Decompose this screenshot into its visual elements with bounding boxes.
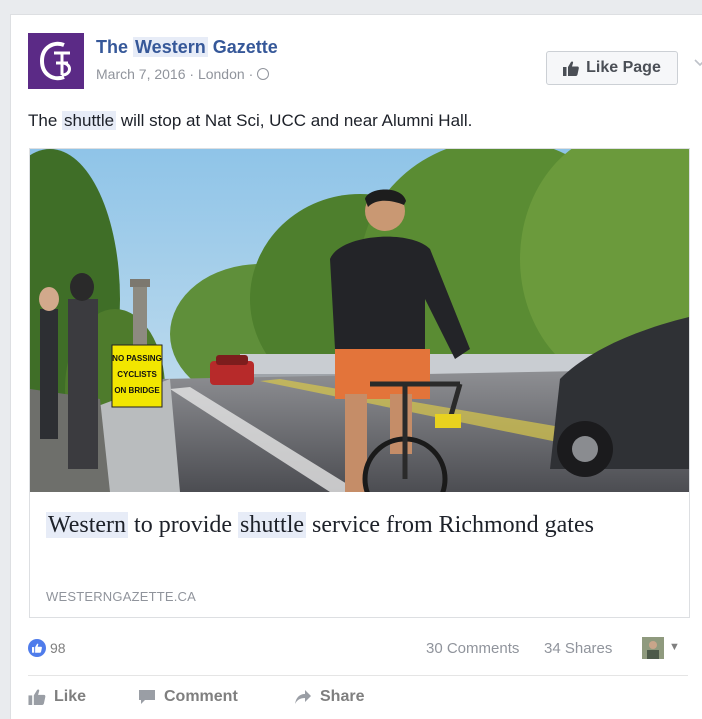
post-location[interactable]: London (198, 66, 245, 82)
link-preview[interactable]: NO PASSING CYCLISTS ON BRIDGE Western to… (29, 148, 690, 618)
share-button-label: Share (320, 688, 365, 705)
like-icon[interactable] (28, 639, 46, 657)
meta-separator: · (248, 66, 254, 82)
thumbs-up-icon (563, 60, 579, 76)
page-name-highlight: Western (133, 37, 208, 57)
caret-down-icon[interactable]: ▼ (669, 641, 680, 653)
share-button[interactable]: Share (294, 684, 364, 710)
link-title[interactable]: Western to provide shuttle service from … (46, 509, 646, 541)
comments-count[interactable]: 30 Comments (426, 640, 519, 657)
like-button-label: Like (54, 688, 87, 705)
page-name-part: The (96, 37, 134, 57)
post-header: The Western Gazette March 7, 2016 · Lond… (28, 33, 702, 93)
shares-count[interactable]: 34 Shares (544, 640, 612, 657)
post-date[interactable]: March 7, 2016 (96, 66, 186, 82)
link-title-highlight: Western (46, 512, 129, 538)
link-domain: WESTERNGAZETTE.CA (46, 589, 197, 604)
page-logo[interactable] (28, 33, 84, 89)
like-count[interactable]: 98 (50, 640, 66, 656)
like-page-button[interactable]: Like Page (546, 51, 678, 85)
post-actions: Like Comment Share (28, 684, 688, 712)
page-name-part: Gazette (207, 37, 278, 57)
avatar[interactable] (642, 637, 664, 659)
sign-line: CYCLISTS (117, 370, 157, 379)
post-meta: March 7, 2016 · London · (96, 66, 270, 82)
post-message-highlight: shuttle (62, 111, 117, 130)
divider (28, 675, 688, 676)
meta-separator: · (189, 66, 195, 82)
sign-line: NO PASSING (112, 354, 162, 363)
thumbs-up-icon (28, 689, 46, 705)
like-button[interactable]: Like (28, 684, 86, 710)
globe-icon (257, 68, 270, 80)
sign-line: ON BRIDGE (114, 386, 160, 395)
link-title-part: to provide (128, 512, 239, 538)
like-page-label: Like Page (586, 59, 661, 76)
post-message-part: will stop at Nat Sci, UCC and near Alumn… (116, 111, 473, 130)
comment-button[interactable]: Comment (138, 684, 238, 710)
link-title-highlight: shuttle (238, 512, 307, 538)
link-title-part: service from Richmond gates (306, 512, 594, 538)
post-message: The shuttle will stop at Nat Sci, UCC an… (28, 111, 472, 131)
gazette-logo-icon (39, 41, 71, 81)
comment-button-label: Comment (164, 688, 238, 705)
chevron-down-icon[interactable] (694, 54, 702, 67)
share-arrow-icon (295, 690, 311, 704)
page-name-link[interactable]: The Western Gazette (96, 37, 278, 58)
post-card: The Western Gazette March 7, 2016 · Lond… (10, 14, 702, 719)
comment-icon (139, 690, 155, 704)
post-stats: 98 30 Comments 34 Shares ▼ (28, 637, 688, 661)
post-message-part: The (28, 111, 63, 130)
link-preview-image[interactable]: NO PASSING CYCLISTS ON BRIDGE (30, 149, 689, 492)
